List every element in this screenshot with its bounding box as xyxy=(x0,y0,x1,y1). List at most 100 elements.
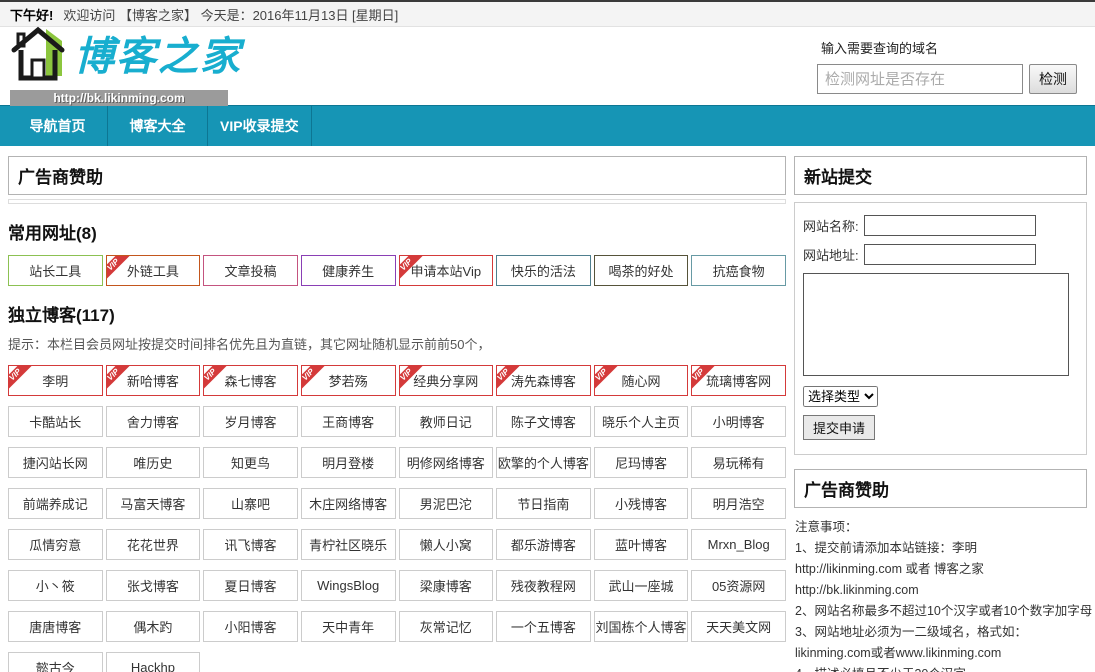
blog-link[interactable]: Hackhp xyxy=(106,652,201,672)
blog-link[interactable]: 夏日博客 xyxy=(203,570,298,601)
common-site-link[interactable]: 申请本站VipVIP xyxy=(399,255,494,286)
common-site-link[interactable]: 站长工具 xyxy=(8,255,103,286)
nav-item-1[interactable]: 博客大全 xyxy=(108,106,208,146)
blog-link[interactable]: 蓝叶博客 xyxy=(594,529,689,560)
blog-link[interactable]: 木庄网络博客 xyxy=(301,488,396,519)
blog-link[interactable]: 唯历史 xyxy=(106,447,201,478)
blog-link[interactable]: 琉璃博客网VIP xyxy=(691,365,786,396)
blog-link[interactable]: 李明VIP xyxy=(8,365,103,396)
common-sites-title: 常用网址(8) xyxy=(8,219,786,244)
blog-link[interactable]: 唐唐博客 xyxy=(8,611,103,642)
blog-link-label: 天天美文网 xyxy=(706,617,771,636)
blog-link[interactable]: 尼玛博客 xyxy=(594,447,689,478)
blog-link[interactable]: 经典分享网VIP xyxy=(399,365,494,396)
blog-link[interactable]: 小明博客 xyxy=(691,406,786,437)
blog-link[interactable]: 易玩稀有 xyxy=(691,447,786,478)
domain-check-label: 输入需要查询的域名 xyxy=(821,38,1077,57)
blog-link[interactable]: 05资源网 xyxy=(691,570,786,601)
blog-link-label: 小阳博客 xyxy=(225,617,277,636)
blog-link[interactable]: 小残博客 xyxy=(594,488,689,519)
submit-application-button[interactable]: 提交申请 xyxy=(803,415,875,440)
blog-link[interactable]: 前端养成记 xyxy=(8,488,103,519)
site-name-input[interactable] xyxy=(864,215,1036,236)
blog-link[interactable]: 刘国栋个人博客 xyxy=(594,611,689,642)
blog-link[interactable]: 涛先森博客VIP xyxy=(496,365,591,396)
blog-link[interactable]: 教师日记 xyxy=(399,406,494,437)
blog-link[interactable]: 懿古今 xyxy=(8,652,103,672)
note-line: likinming.com或者www.likinming.com xyxy=(795,643,1086,664)
site-url-input[interactable] xyxy=(864,244,1036,265)
blog-link[interactable]: 讯飞博客 xyxy=(203,529,298,560)
blog-link[interactable]: 明月登楼 xyxy=(301,447,396,478)
blog-link-label: Hackhp xyxy=(131,660,175,672)
blog-link[interactable]: 山寨吧 xyxy=(203,488,298,519)
type-select[interactable]: 选择类型 xyxy=(803,386,878,407)
blog-link[interactable]: 节日指南 xyxy=(496,488,591,519)
blog-link[interactable]: 偶木趵 xyxy=(106,611,201,642)
blog-link[interactable]: 残夜教程网 xyxy=(496,570,591,601)
blog-link-label: 琉璃博客网 xyxy=(706,371,771,390)
note-line: 1、提交前请添加本站链接：李明 xyxy=(795,538,1086,559)
blog-link[interactable]: 梁康博客 xyxy=(399,570,494,601)
blog-link-label: 青柠社区晓乐 xyxy=(309,535,387,554)
blog-link[interactable]: 捷闪站长网 xyxy=(8,447,103,478)
blog-link[interactable]: 明修网络博客 xyxy=(399,447,494,478)
blog-link[interactable]: Mrxn_Blog xyxy=(691,529,786,560)
common-site-link[interactable]: 抗癌食物 xyxy=(691,255,786,286)
blog-link[interactable]: 瓜情穷意 xyxy=(8,529,103,560)
blogs-grid: 李明VIP新哈博客VIP森七博客VIP梦若殇VIP经典分享网VIP涛先森博客VI… xyxy=(8,365,786,672)
blog-link[interactable]: 天天美文网 xyxy=(691,611,786,642)
common-site-link[interactable]: 文章投稿 xyxy=(203,255,298,286)
blog-link[interactable]: 晓乐个人主页 xyxy=(594,406,689,437)
vip-ribbon: VIP xyxy=(301,365,325,392)
blog-link[interactable]: 岁月博客 xyxy=(203,406,298,437)
common-site-link-label: 申请本站Vip xyxy=(411,261,482,280)
blog-link-label: 舍力博客 xyxy=(127,412,179,431)
blog-link[interactable]: 陈子文博客 xyxy=(496,406,591,437)
blog-link[interactable]: 梦若殇VIP xyxy=(301,365,396,396)
site-logo[interactable]: 博客之家 http://bk.likinming.com xyxy=(10,26,242,106)
blog-link[interactable]: 天中青年 xyxy=(301,611,396,642)
new-site-submit-heading: 新站提交 xyxy=(794,156,1087,195)
blog-link[interactable]: 张戈博客 xyxy=(106,570,201,601)
site-description-textarea[interactable] xyxy=(803,273,1069,376)
blog-link[interactable]: 知更鸟 xyxy=(203,447,298,478)
blog-link[interactable]: 小阳博客 xyxy=(203,611,298,642)
domain-check-input[interactable] xyxy=(817,64,1023,94)
blog-link-label: 明修网络博客 xyxy=(407,453,485,472)
blog-link-label: 小残博客 xyxy=(615,494,667,513)
nav-item-2[interactable]: VIP收录提交 xyxy=(208,106,312,146)
domain-check-button[interactable]: 检测 xyxy=(1029,64,1077,94)
blog-link[interactable]: 花花世界 xyxy=(106,529,201,560)
note-line: http://likinming.com 或者 博客之家 xyxy=(795,559,1086,580)
common-site-link[interactable]: 外链工具VIP xyxy=(106,255,201,286)
blog-link[interactable]: 都乐游博客 xyxy=(496,529,591,560)
blog-link[interactable]: 随心网VIP xyxy=(594,365,689,396)
blog-link[interactable]: 青柠社区晓乐 xyxy=(301,529,396,560)
blog-link[interactable]: 男泥巴沱 xyxy=(399,488,494,519)
blog-link[interactable]: 马富天博客 xyxy=(106,488,201,519)
blog-link[interactable]: 懒人小窝 xyxy=(399,529,494,560)
blog-link-label: 新哈博客 xyxy=(127,371,179,390)
blog-link[interactable]: 欧擎的个人博客 xyxy=(496,447,591,478)
blog-link-label: 马富天博客 xyxy=(120,494,185,513)
top-status-bar: 下午好! 欢迎访问 【博客之家】 今天是：2016年11月13日 [星期日] xyxy=(0,0,1095,27)
blog-link[interactable]: 一个五博客 xyxy=(496,611,591,642)
blog-link[interactable]: 王商博客 xyxy=(301,406,396,437)
blog-link[interactable]: 新哈博客VIP xyxy=(106,365,201,396)
nav-item-0[interactable]: 导航首页 xyxy=(8,106,108,146)
blog-link[interactable]: 森七博客VIP xyxy=(203,365,298,396)
blog-link[interactable]: 灰常记忆 xyxy=(399,611,494,642)
blog-link[interactable]: WingsBlog xyxy=(301,570,396,601)
common-site-link[interactable]: 喝茶的好处 xyxy=(594,255,689,286)
blog-link[interactable]: 小丶筱 xyxy=(8,570,103,601)
common-site-link[interactable]: 快乐的活法 xyxy=(496,255,591,286)
blog-link[interactable]: 卡酷站长 xyxy=(8,406,103,437)
blog-link-label: 天中青年 xyxy=(322,617,374,636)
note-line: 4、描述必填且不少于30个汉字 xyxy=(795,664,1086,672)
blog-link[interactable]: 明月浩空 xyxy=(691,488,786,519)
common-site-link[interactable]: 健康养生 xyxy=(301,255,396,286)
blog-link[interactable]: 舍力博客 xyxy=(106,406,201,437)
blog-link-label: 前端养成记 xyxy=(23,494,88,513)
blog-link[interactable]: 武山一座城 xyxy=(594,570,689,601)
